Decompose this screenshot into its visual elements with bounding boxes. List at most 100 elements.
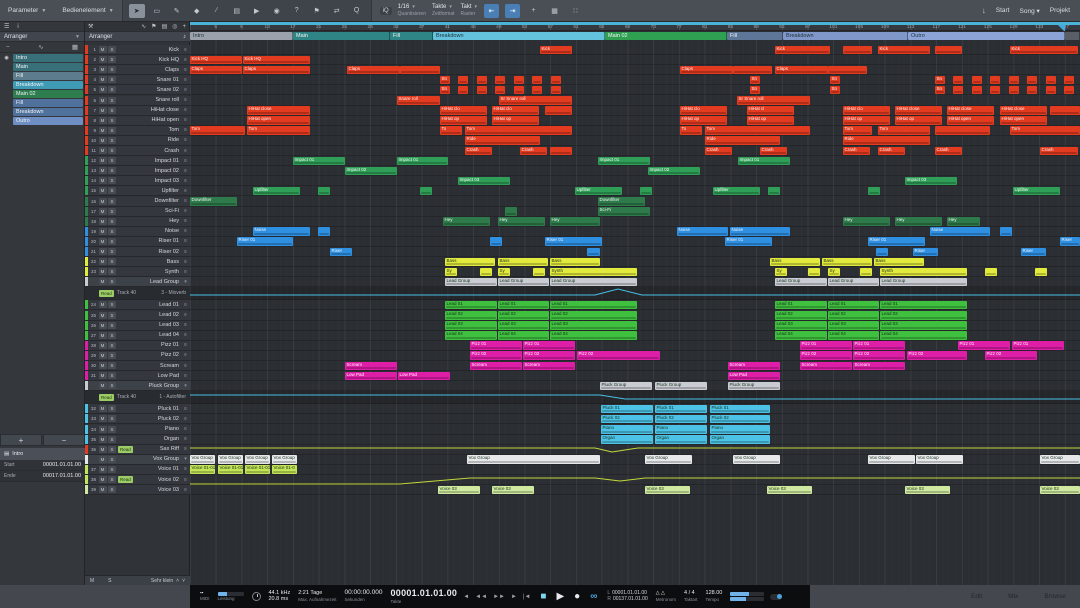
mute-button[interactable]: M	[99, 312, 107, 319]
clip[interactable]	[1000, 227, 1012, 236]
mute-button[interactable]: M	[99, 117, 107, 124]
clip[interactable]: Pluck 01	[601, 405, 653, 414]
clip[interactable]	[400, 66, 440, 75]
clip[interactable]: Vox Group	[1040, 455, 1080, 464]
clip[interactable]: Lead 04	[498, 331, 549, 340]
clip[interactable]	[1046, 76, 1056, 85]
clip[interactable]	[477, 76, 487, 85]
arrangement-lane-row[interactable]: HiHat openHiHat opHiHat opHiHat opHiHat …	[190, 116, 1080, 126]
arrangement-lane-row[interactable]: OrganOrganOrgan	[190, 435, 1080, 445]
solo-button[interactable]: S	[108, 76, 116, 83]
solo-button[interactable]: S	[108, 426, 116, 433]
track-row[interactable]: 6MSSnare roll≡	[85, 96, 190, 106]
track-row[interactable]: 8MSHiHat open≡	[85, 116, 190, 126]
solo-button[interactable]: S	[108, 436, 116, 443]
mute-button[interactable]: M	[99, 278, 107, 285]
arranger-section-item[interactable]: Fill	[0, 71, 84, 80]
level-meter-icon[interactable]: ≡	[181, 228, 190, 234]
mute-button[interactable]: M	[99, 301, 107, 308]
clip[interactable]: HiHat cl	[747, 106, 794, 115]
add-track-icon[interactable]: +	[182, 24, 186, 30]
level-meter-icon[interactable]: ≡	[181, 67, 190, 73]
automation-line[interactable]	[190, 445, 1080, 455]
range-tool-icon[interactable]: ▭	[149, 4, 165, 18]
mute-button[interactable]: M	[99, 46, 107, 53]
projekt-page-button[interactable]: Projekt	[1050, 7, 1070, 14]
solo-button[interactable]: S	[108, 167, 116, 174]
clip[interactable]	[972, 76, 982, 85]
clip[interactable]: Sn	[440, 76, 450, 85]
clip[interactable]: Crash	[935, 147, 962, 156]
clip[interactable]: Voice 03	[645, 486, 690, 495]
mute-button[interactable]: M	[99, 258, 107, 265]
mute-all-button[interactable]: M	[90, 578, 94, 584]
level-meter-icon[interactable]: ≡	[181, 208, 190, 214]
level-meter-icon[interactable]: ≡	[181, 312, 190, 318]
mute-button[interactable]: M	[99, 268, 107, 275]
clip[interactable]: Low Pad	[728, 372, 780, 381]
clip[interactable]	[490, 237, 502, 246]
mute-button[interactable]: M	[99, 137, 107, 144]
level-meter-icon[interactable]: ≡	[181, 77, 190, 83]
loop-button[interactable]: ∞	[590, 591, 597, 602]
clip[interactable]	[477, 86, 487, 95]
clip[interactable]: Impact 03	[458, 177, 510, 186]
arrangement-lane-row[interactable]: Snare rollSr Snare rollSr Snare roll	[190, 96, 1080, 106]
clip[interactable]: Riser	[330, 248, 352, 257]
clip[interactable]	[514, 86, 524, 95]
solo-button[interactable]: S	[108, 322, 116, 329]
clip[interactable]: Noise	[677, 227, 728, 236]
menu-icon[interactable]: ☰	[4, 23, 9, 30]
clip[interactable]: Pluck Group	[600, 382, 652, 391]
arrangement-lane-row[interactable]: PianoPianoPiano	[190, 425, 1080, 435]
mute-button[interactable]: M	[99, 127, 107, 134]
clip[interactable]: Vox Group	[272, 455, 297, 464]
clip[interactable]	[1046, 86, 1056, 95]
mute-button[interactable]: M	[99, 107, 107, 114]
clip[interactable]: Lead 03	[550, 321, 637, 330]
track-row[interactable]: 29MSPizz 02≡	[85, 351, 190, 361]
track-row[interactable]: 10MSRide≡	[85, 136, 190, 146]
bedienelement-dropdown[interactable]: Bedienelement ▼	[54, 0, 121, 21]
clip[interactable]: Snare roll	[397, 96, 440, 105]
clip[interactable]	[843, 46, 872, 55]
clip[interactable]: HiHat op	[680, 116, 727, 125]
clip[interactable]: HiHat close	[1000, 106, 1047, 115]
clip[interactable]: Voice 03	[492, 486, 534, 495]
mute-button[interactable]: M	[99, 86, 107, 93]
clip[interactable]: Hey	[498, 217, 545, 226]
wrench-icon[interactable]: ⚒	[88, 23, 93, 30]
clip[interactable]	[514, 76, 524, 85]
keyboard-icon[interactable]: ▦	[72, 43, 78, 51]
clip[interactable]: HiHat op	[440, 116, 487, 125]
clip[interactable]: HiHat close	[895, 106, 942, 115]
start-page-button[interactable]: Start	[996, 7, 1010, 14]
read-automation-button[interactable]: Read	[118, 476, 133, 483]
clip[interactable]: Piano	[601, 425, 653, 434]
clip[interactable]	[1064, 86, 1074, 95]
eraser-tool-icon[interactable]: ◆	[189, 4, 205, 18]
mute-button[interactable]: M	[99, 177, 107, 184]
solo-button[interactable]: S	[108, 198, 116, 205]
level-meter-icon[interactable]: ≡	[181, 342, 190, 348]
clip[interactable]: Crash	[1040, 147, 1078, 156]
clip[interactable]: Upfilter	[1013, 187, 1060, 196]
clip[interactable]: Voice 01-01	[218, 465, 243, 474]
clip[interactable]: HiHat open	[947, 116, 994, 125]
solo-button[interactable]: S	[108, 228, 116, 235]
section-end-value[interactable]: 00017.01.01.00	[43, 473, 81, 479]
clip[interactable]: Ride	[465, 136, 540, 145]
track-row[interactable]: 32MSPluck 01≡	[85, 404, 190, 414]
clip[interactable]: Crash	[705, 147, 732, 156]
clip[interactable]	[318, 187, 330, 196]
return-to-start-icon[interactable]: |◄	[523, 594, 531, 600]
clip[interactable]: Lead 04	[775, 331, 827, 340]
track-row[interactable]: 26MSLead 03≡	[85, 321, 190, 331]
song-page-button[interactable]: Song ▾	[1020, 7, 1040, 15]
arrangement-lane-row[interactable]: RideRideRide	[190, 136, 1080, 146]
clip[interactable]: Riser 01	[725, 237, 772, 246]
arrangement-lane-row[interactable]: Impact 02Impact 02	[190, 166, 1080, 176]
arrangement-lane-row[interactable]: Voice 01-01Voice 01-01Voice 01-01Voice 0…	[190, 465, 1080, 475]
clip[interactable]: Vox Group	[245, 455, 270, 464]
solo-button[interactable]: S	[108, 157, 116, 164]
